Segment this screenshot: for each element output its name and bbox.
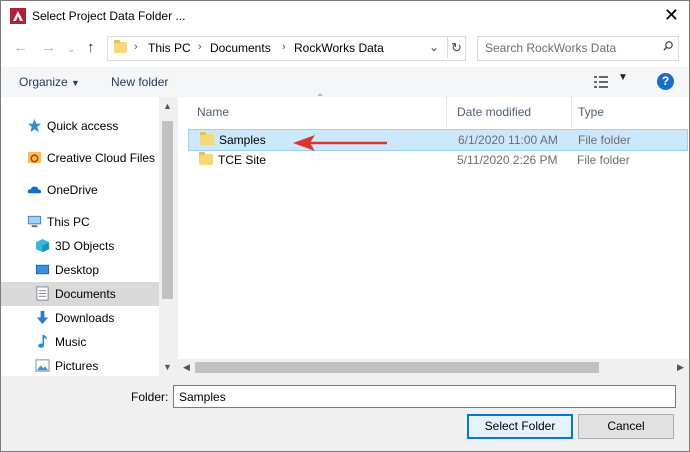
file-list: ⌃ Name Date modified Type Samples 6/1/20… bbox=[178, 93, 689, 376]
scrollbar-thumb[interactable] bbox=[195, 362, 599, 373]
creative-cloud-icon bbox=[27, 151, 42, 164]
file-type: File folder bbox=[577, 153, 630, 167]
sidebar-item-documents[interactable]: Documents bbox=[1, 282, 159, 306]
search-placeholder: Search RockWorks Data bbox=[485, 41, 617, 55]
organize-button[interactable]: Organize ▼ bbox=[19, 75, 80, 89]
sidebar-item-label: Music bbox=[55, 335, 87, 349]
sidebar-item-onedrive[interactable]: OneDrive bbox=[1, 178, 159, 202]
scroll-right-arrow-icon[interactable]: ▶ bbox=[677, 362, 684, 373]
sidebar-item-label: Documents bbox=[55, 287, 116, 301]
column-header-label: Type bbox=[578, 105, 605, 119]
folder-label: Folder: bbox=[131, 390, 169, 404]
help-icon[interactable]: ? bbox=[657, 73, 674, 90]
sidebar-item-creative-cloud-files[interactable]: Creative Cloud Files bbox=[1, 146, 159, 170]
pictures-icon bbox=[35, 359, 50, 372]
forward-arrow-icon[interactable]: → bbox=[41, 40, 56, 56]
annotation-arrow-icon bbox=[293, 135, 387, 151]
command-toolbar: Organize ▼ New folder ▼ ? bbox=[1, 67, 689, 97]
chevron-down-icon: ▼ bbox=[71, 78, 80, 88]
sidebar-item-quick-access[interactable]: Quick access bbox=[1, 114, 159, 138]
column-header-label: Name bbox=[197, 105, 230, 119]
scroll-down-arrow-icon[interactable]: ▼ bbox=[163, 362, 172, 372]
sidebar-item-label: This PC bbox=[47, 215, 90, 229]
sidebar-item-label: Quick access bbox=[47, 119, 119, 133]
navigation-pane: Quick access Creative Cloud Files OneDri… bbox=[1, 97, 176, 376]
navigation-scrollbar[interactable]: ▲ ▼ bbox=[159, 97, 176, 376]
cloud-icon bbox=[27, 186, 42, 194]
file-date: 5/11/2020 2:26 PM bbox=[457, 153, 558, 167]
breadcrumb-documents[interactable]: Documents bbox=[210, 41, 271, 55]
select-folder-button[interactable]: Select Folder bbox=[467, 414, 573, 439]
sidebar-item-label: Desktop bbox=[55, 263, 100, 277]
sidebar-item-3d-objects[interactable]: 3D Objects bbox=[1, 234, 159, 258]
title-bar: Select Project Data Folder ... ✕ bbox=[1, 1, 689, 31]
sidebar-item-desktop[interactable]: Desktop bbox=[1, 258, 159, 282]
refresh-icon[interactable]: ↻ bbox=[447, 37, 465, 58]
recent-locations-chevron-icon[interactable]: ⌄ bbox=[67, 42, 75, 58]
file-type: File folder bbox=[578, 133, 631, 147]
view-dropdown-chevron-icon[interactable]: ▼ bbox=[618, 72, 628, 83]
sidebar-item-music[interactable]: Music bbox=[1, 330, 159, 354]
breadcrumb-separator-icon[interactable]: › bbox=[198, 41, 202, 53]
desktop-icon bbox=[35, 264, 50, 275]
column-header-label: Date modified bbox=[457, 105, 532, 119]
folder-icon bbox=[114, 40, 127, 53]
column-header-name[interactable]: Name bbox=[178, 97, 447, 127]
breadcrumb-this-pc[interactable]: This PC bbox=[148, 41, 191, 55]
column-header-date-modified[interactable]: Date modified bbox=[447, 97, 572, 127]
select-folder-dialog: Select Project Data Folder ... ✕ ← → ⌄ ↑… bbox=[0, 0, 690, 452]
breadcrumb-rockworks-data[interactable]: RockWorks Data bbox=[294, 41, 384, 55]
sidebar-item-label: Downloads bbox=[55, 311, 115, 325]
window-title: Select Project Data Folder ... bbox=[32, 9, 186, 23]
document-icon bbox=[36, 286, 49, 301]
file-row-samples[interactable]: Samples 6/1/2020 11:00 AM File folder bbox=[188, 129, 688, 151]
sidebar-item-label: OneDrive bbox=[47, 183, 98, 197]
file-row-tce-site[interactable]: TCE Site 5/11/2020 2:26 PM File folder bbox=[188, 150, 688, 170]
address-bar[interactable]: › This PC › Documents › RockWorks Data ⌄… bbox=[107, 36, 466, 61]
scrollbar-thumb[interactable] bbox=[162, 121, 173, 299]
sidebar-item-label: 3D Objects bbox=[55, 239, 115, 253]
sidebar-item-pictures[interactable]: Pictures bbox=[1, 354, 159, 378]
scroll-up-arrow-icon[interactable]: ▲ bbox=[163, 101, 172, 111]
new-folder-button[interactable]: New folder bbox=[111, 75, 168, 89]
download-icon bbox=[36, 310, 49, 325]
cancel-button[interactable]: Cancel bbox=[578, 414, 674, 439]
search-box[interactable]: Search RockWorks Data bbox=[477, 36, 679, 61]
breadcrumb-separator-icon[interactable]: › bbox=[134, 41, 138, 53]
folder-icon bbox=[199, 152, 213, 165]
search-icon[interactable] bbox=[663, 41, 673, 51]
rockworks-app-icon bbox=[10, 8, 26, 24]
up-arrow-icon[interactable]: ↑ bbox=[87, 40, 95, 56]
sidebar-item-label: Creative Cloud Files bbox=[47, 151, 156, 165]
column-header-type[interactable]: Type bbox=[572, 97, 689, 127]
sidebar-item-this-pc[interactable]: This PC bbox=[1, 210, 159, 234]
file-date: 6/1/2020 11:00 AM bbox=[458, 133, 558, 147]
music-icon bbox=[38, 334, 48, 348]
navigation-bar: ← → ⌄ ↑ › This PC › Documents › RockWork… bbox=[1, 31, 689, 67]
folder-name-input[interactable] bbox=[173, 385, 676, 408]
organize-label: Organize bbox=[19, 75, 68, 89]
address-dropdown-chevron-icon[interactable]: ⌄ bbox=[429, 40, 439, 54]
back-arrow-icon[interactable]: ← bbox=[13, 40, 28, 56]
scroll-left-arrow-icon[interactable]: ◀ bbox=[183, 362, 190, 373]
computer-icon bbox=[27, 215, 42, 228]
file-name: Samples bbox=[219, 133, 266, 147]
sidebar-item-downloads[interactable]: Downloads bbox=[1, 306, 159, 330]
view-options-icon[interactable] bbox=[594, 76, 608, 88]
close-icon[interactable]: ✕ bbox=[664, 5, 679, 25]
star-icon bbox=[27, 118, 42, 133]
breadcrumb-separator-icon[interactable]: › bbox=[282, 41, 286, 53]
folder-icon bbox=[200, 132, 214, 145]
horizontal-scrollbar[interactable]: ◀ ▶ bbox=[178, 359, 689, 376]
sidebar-item-label: Pictures bbox=[55, 359, 99, 373]
file-name: TCE Site bbox=[218, 153, 267, 167]
cube-icon bbox=[35, 238, 50, 253]
